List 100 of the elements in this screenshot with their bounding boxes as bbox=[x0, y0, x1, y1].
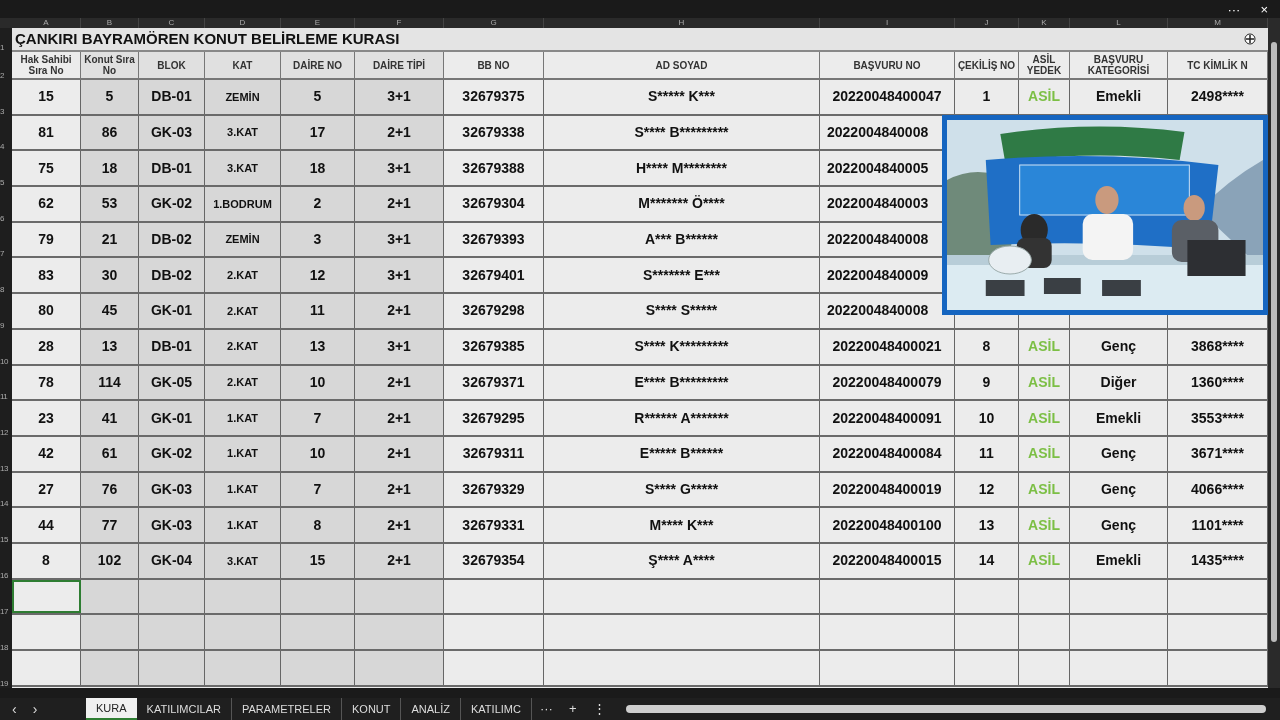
row-header[interactable]: 11 bbox=[0, 393, 8, 402]
column-heading: BLOK bbox=[139, 52, 205, 78]
sheet-tab[interactable]: KATILIMCILAR bbox=[136, 698, 232, 720]
row-header[interactable]: 10 bbox=[0, 357, 8, 366]
column-heading: Konut Sıra No bbox=[81, 52, 139, 78]
table-cell: 17 bbox=[281, 115, 355, 150]
table-cell: 13 bbox=[281, 329, 355, 364]
close-button[interactable]: × bbox=[1260, 2, 1268, 16]
table-cell: 10 bbox=[281, 436, 355, 471]
table-cell: DB-02 bbox=[139, 258, 205, 293]
table-cell: 3+1 bbox=[355, 151, 444, 186]
table-cell: 1.KAT bbox=[205, 401, 281, 435]
table-cell: 2+1 bbox=[355, 187, 444, 221]
table-cell: GK-03 bbox=[139, 115, 205, 150]
table-cell: 61 bbox=[81, 436, 139, 471]
table-cell: 2.KAT bbox=[205, 329, 281, 364]
table-cell: 7 bbox=[281, 401, 355, 435]
column-heading: KAT bbox=[205, 52, 281, 78]
sheet-tab[interactable]: KURA bbox=[86, 698, 137, 720]
horizontal-scrollbar[interactable] bbox=[625, 705, 1266, 713]
table-cell: 2.KAT bbox=[205, 294, 281, 328]
row-header[interactable]: 17 bbox=[0, 607, 8, 616]
more-button[interactable]: ··· bbox=[1227, 2, 1241, 16]
table-cell: 3+1 bbox=[355, 329, 444, 364]
row-header[interactable]: 15 bbox=[0, 535, 8, 544]
column-heading: DAİRE TİPİ bbox=[355, 52, 444, 78]
row-header[interactable]: 13 bbox=[0, 464, 8, 473]
table-cell: 18 bbox=[81, 151, 139, 186]
table-cell: 2+1 bbox=[355, 472, 444, 507]
row-header[interactable]: 9 bbox=[0, 321, 4, 330]
table-cell: 1.KAT bbox=[205, 508, 281, 542]
scroll-left-button[interactable]: ‹ bbox=[12, 698, 17, 720]
table-cell: 3.KAT bbox=[205, 543, 281, 578]
table-cell: 1.BODRUM bbox=[205, 187, 281, 221]
table-cell: 2+1 bbox=[355, 436, 444, 471]
table-cell: 1.KAT bbox=[205, 436, 281, 471]
row-header[interactable]: 18 bbox=[0, 643, 8, 652]
options-button[interactable]: ⋮ bbox=[584, 699, 614, 719]
table-cell: GK-02 bbox=[139, 187, 205, 221]
table-cell: 2+1 bbox=[355, 401, 444, 435]
table-cell: 7 bbox=[281, 472, 355, 507]
row-header[interactable]: 19 bbox=[0, 679, 8, 688]
table-cell: 2.KAT bbox=[205, 365, 281, 400]
table-cell: 2+1 bbox=[355, 543, 444, 578]
row-header[interactable]: 1 bbox=[0, 44, 4, 52]
sheet-tab[interactable]: KONUT bbox=[342, 698, 402, 720]
sheet-tab[interactable]: ANALİZ bbox=[401, 698, 461, 720]
table-cell: 3.KAT bbox=[205, 115, 281, 150]
cursor-icon bbox=[1244, 33, 1256, 45]
table-cell: GK-04 bbox=[139, 543, 205, 578]
table-cell: 2+1 bbox=[355, 294, 444, 328]
row-header[interactable]: 8 bbox=[0, 286, 4, 295]
table-cell: 8 bbox=[281, 508, 355, 542]
more-tabs-button[interactable]: ··· bbox=[531, 699, 561, 719]
table-cell: 10 bbox=[281, 365, 355, 400]
table-cell: 5 bbox=[81, 80, 139, 114]
table-cell: 2+1 bbox=[355, 115, 444, 150]
row-header[interactable]: 12 bbox=[0, 428, 8, 437]
table-cell: 2+1 bbox=[355, 365, 444, 400]
table-cell: 12 bbox=[281, 258, 355, 293]
row-header[interactable]: 2 bbox=[0, 72, 4, 80]
table-cell: 45 bbox=[81, 294, 139, 328]
table-cell: 2.KAT bbox=[205, 258, 281, 293]
row-header[interactable]: 4 bbox=[0, 143, 4, 152]
table-cell: 13 bbox=[81, 329, 139, 364]
row-header[interactable]: 5 bbox=[0, 179, 4, 188]
sheet-title: ÇANKIRI BAYRAMÖREN KONUT BELİRLEME KURASI bbox=[15, 28, 400, 49]
table-cell: DB-02 bbox=[139, 222, 205, 257]
table-cell: 3+1 bbox=[355, 80, 444, 114]
sheet-tab[interactable]: KATILIMC bbox=[461, 698, 532, 720]
column-heading: ÇEKİLİŞ NO bbox=[955, 52, 1019, 78]
table-cell: ZEMİN bbox=[205, 80, 281, 114]
row-header[interactable]: 6 bbox=[0, 214, 4, 223]
table-cell: 21 bbox=[81, 222, 139, 257]
table-cell: GK-03 bbox=[139, 508, 205, 542]
table-cell: GK-05 bbox=[139, 365, 205, 400]
table-cell: 77 bbox=[81, 508, 139, 542]
table-cell: 3+1 bbox=[355, 222, 444, 257]
add-sheet-button[interactable]: + bbox=[560, 699, 585, 719]
scrollbar-thumb[interactable] bbox=[1271, 42, 1277, 642]
table-cell: 86 bbox=[81, 115, 139, 150]
table-cell: 2+1 bbox=[355, 508, 444, 542]
table-cell: GK-01 bbox=[139, 401, 205, 435]
sheet-tab[interactable]: PARAMETRELER bbox=[231, 698, 342, 720]
table-cell: 11 bbox=[281, 294, 355, 328]
row-header[interactable]: 16 bbox=[0, 571, 8, 580]
table-cell: DB-01 bbox=[139, 151, 205, 186]
row-header[interactable]: 14 bbox=[0, 500, 8, 509]
column-heading: DAİRE NO bbox=[281, 52, 355, 78]
table-cell: 53 bbox=[81, 187, 139, 221]
table-cell: 76 bbox=[81, 472, 139, 507]
row-header[interactable]: 3 bbox=[0, 107, 4, 116]
table-cell: 2 bbox=[281, 187, 355, 221]
table-cell: 30 bbox=[81, 258, 139, 293]
table-cell: DB-01 bbox=[139, 80, 205, 114]
scroll-right-button[interactable]: › bbox=[32, 698, 38, 720]
table-cell: 3+1 bbox=[355, 258, 444, 293]
row-header[interactable]: 7 bbox=[0, 250, 4, 259]
table-cell: 114 bbox=[81, 365, 139, 400]
table-cell: 15 bbox=[281, 543, 355, 578]
